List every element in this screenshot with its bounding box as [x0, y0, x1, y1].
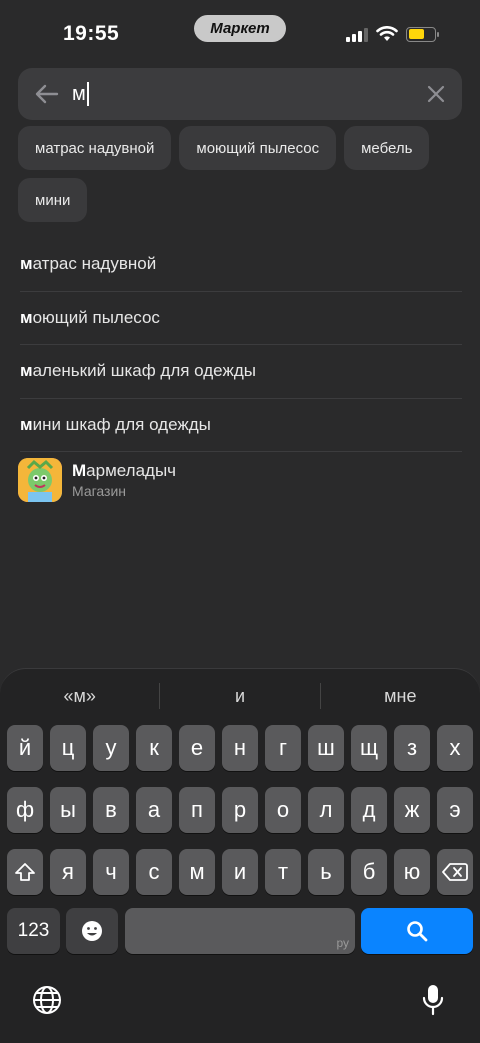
shop-text: Мармеладыч Магазин — [72, 461, 176, 499]
key[interactable]: ю — [394, 849, 430, 895]
key[interactable]: д — [351, 787, 387, 833]
shop-name: Мармеладыч — [72, 461, 176, 481]
key[interactable]: е — [179, 725, 215, 771]
list-item[interactable]: м атрас надувной — [20, 238, 462, 292]
backspace-icon — [442, 863, 468, 881]
search-key[interactable] — [361, 908, 473, 954]
search-query-text: м — [72, 82, 86, 105]
wifi-icon — [376, 26, 398, 41]
match-prefix: м — [20, 307, 33, 327]
key-row-1: й ц у к е н г ш щ з х — [0, 725, 480, 773]
chip-suggestion[interactable]: матрас надувной — [18, 126, 172, 170]
suggestions-list: м атрас надувной м оющий пылесос м аленький… — [20, 238, 462, 452]
key[interactable]: э — [437, 787, 473, 833]
market-island-label: Маркет — [194, 15, 286, 42]
key[interactable]: у — [93, 725, 129, 771]
key[interactable]: ж — [394, 787, 430, 833]
key[interactable]: г — [265, 725, 301, 771]
status-time: 19:55 — [63, 22, 120, 45]
shift-icon — [15, 863, 35, 881]
key[interactable]: х — [437, 725, 473, 771]
space-key[interactable]: ру — [125, 908, 355, 954]
suggestion-text: оющий пылесос — [32, 307, 160, 327]
key[interactable]: т — [265, 849, 301, 895]
list-item[interactable]: м оющий пылесос — [20, 292, 462, 345]
key[interactable]: й — [7, 725, 43, 771]
suggestion-text: аленький шкаф для одежды — [32, 361, 256, 381]
shop-logo — [18, 458, 62, 502]
match-prefix: М — [72, 461, 87, 480]
cellular-signal-icon — [346, 26, 368, 42]
key[interactable]: з — [394, 725, 430, 771]
battery-icon — [406, 26, 439, 42]
prediction-item[interactable]: и — [160, 686, 319, 707]
shop-name-rest: армеладыч — [86, 461, 177, 480]
text-caret — [86, 82, 89, 106]
shop-suggestion[interactable]: Мармеладыч Магазин — [18, 458, 176, 502]
key[interactable]: о — [265, 787, 301, 833]
microphone-icon[interactable] — [415, 982, 451, 1018]
search-input[interactable]: м — [72, 82, 89, 106]
key[interactable]: ш — [308, 725, 344, 771]
key[interactable]: с — [136, 849, 172, 895]
list-item[interactable]: м аленький шкаф для одежды — [20, 345, 462, 399]
key[interactable]: п — [179, 787, 215, 833]
backspace-key[interactable] — [437, 849, 473, 895]
prediction-item[interactable]: мне — [321, 686, 480, 707]
key[interactable]: ч — [93, 849, 129, 895]
key[interactable]: в — [93, 787, 129, 833]
space-language-label: ру — [336, 936, 349, 950]
key[interactable]: к — [136, 725, 172, 771]
key[interactable]: ы — [50, 787, 86, 833]
emoji-icon — [82, 921, 102, 941]
chip-suggestion[interactable]: мебель — [344, 126, 430, 170]
key[interactable]: ф — [7, 787, 43, 833]
list-item[interactable]: м ини шкаф для одежды — [20, 399, 462, 452]
search-bar[interactable]: м — [18, 68, 462, 120]
key[interactable]: р — [222, 787, 258, 833]
key[interactable]: щ — [351, 725, 387, 771]
key[interactable]: а — [136, 787, 172, 833]
emoji-key[interactable] — [66, 908, 118, 954]
key[interactable]: ц — [50, 725, 86, 771]
suggestion-text: ини шкаф для одежды — [32, 414, 211, 434]
status-bar: 19:55 Маркет — [0, 0, 480, 66]
search-icon — [407, 921, 428, 942]
key[interactable]: я — [50, 849, 86, 895]
shift-key[interactable] — [7, 849, 43, 895]
suggestion-text: атрас надувной — [32, 254, 157, 274]
back-arrow-icon[interactable] — [22, 68, 72, 120]
keyboard: «м» и мне й ц у к е н г ш щ з х ф ы в а … — [0, 668, 480, 1043]
numbers-key[interactable]: 123 — [7, 908, 60, 954]
match-prefix: м — [20, 254, 33, 274]
key-row-3: я ч с м и т ь б ю — [0, 849, 480, 897]
globe-icon[interactable] — [29, 982, 65, 1018]
chip-suggestion[interactable]: мини — [18, 178, 88, 222]
match-prefix: м — [20, 361, 33, 381]
key[interactable]: и — [222, 849, 258, 895]
suggestion-chips: матрас надувной моющий пылесос мебель ми… — [18, 126, 462, 222]
prediction-item[interactable]: «м» — [0, 686, 159, 707]
predictive-bar: «м» и мне — [0, 669, 480, 723]
key[interactable]: б — [351, 849, 387, 895]
key[interactable]: м — [179, 849, 215, 895]
clear-search-icon[interactable] — [424, 82, 448, 106]
key[interactable]: н — [222, 725, 258, 771]
key[interactable]: ь — [308, 849, 344, 895]
match-prefix: м — [20, 414, 33, 434]
key[interactable]: л — [308, 787, 344, 833]
status-icons — [346, 26, 439, 42]
chip-suggestion[interactable]: моющий пылесос — [179, 126, 337, 170]
shop-subtitle: Магазин — [72, 483, 127, 499]
key-row-2: ф ы в а п р о л д ж э — [0, 787, 480, 835]
key-row-4: 123 ру — [0, 908, 480, 956]
